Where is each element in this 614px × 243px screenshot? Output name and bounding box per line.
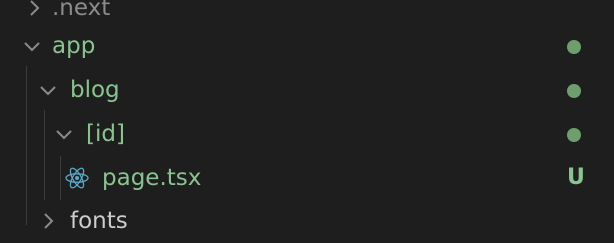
tree-item-label: blog bbox=[70, 77, 120, 103]
modified-dot-icon bbox=[567, 40, 581, 54]
tree-item-blog[interactable]: blog bbox=[0, 68, 614, 112]
chevron-right-icon bbox=[38, 211, 58, 231]
chevron-right-icon bbox=[24, 0, 44, 18]
file-explorer-tree: .next app blog [id] page.tsx U fonts bbox=[0, 0, 614, 234]
chevron-down-icon bbox=[54, 124, 74, 144]
modified-dot-icon bbox=[567, 128, 581, 142]
tree-item-label: app bbox=[52, 33, 96, 59]
tree-item-label: fonts bbox=[70, 208, 128, 234]
react-icon bbox=[64, 165, 90, 191]
modified-dot-icon bbox=[567, 84, 581, 98]
tree-item-label: .next bbox=[52, 0, 111, 21]
chevron-down-icon bbox=[22, 36, 42, 56]
tree-item-fonts[interactable]: fonts bbox=[0, 199, 614, 243]
tree-item-label: page.tsx bbox=[102, 165, 202, 191]
tree-item-page-tsx[interactable]: page.tsx U bbox=[0, 156, 614, 200]
chevron-down-icon bbox=[38, 80, 58, 100]
tree-item-id[interactable]: [id] bbox=[0, 112, 614, 156]
tree-item-label: [id] bbox=[86, 121, 125, 147]
untracked-status-badge: U bbox=[567, 165, 585, 190]
tree-item-app[interactable]: app bbox=[0, 24, 614, 68]
